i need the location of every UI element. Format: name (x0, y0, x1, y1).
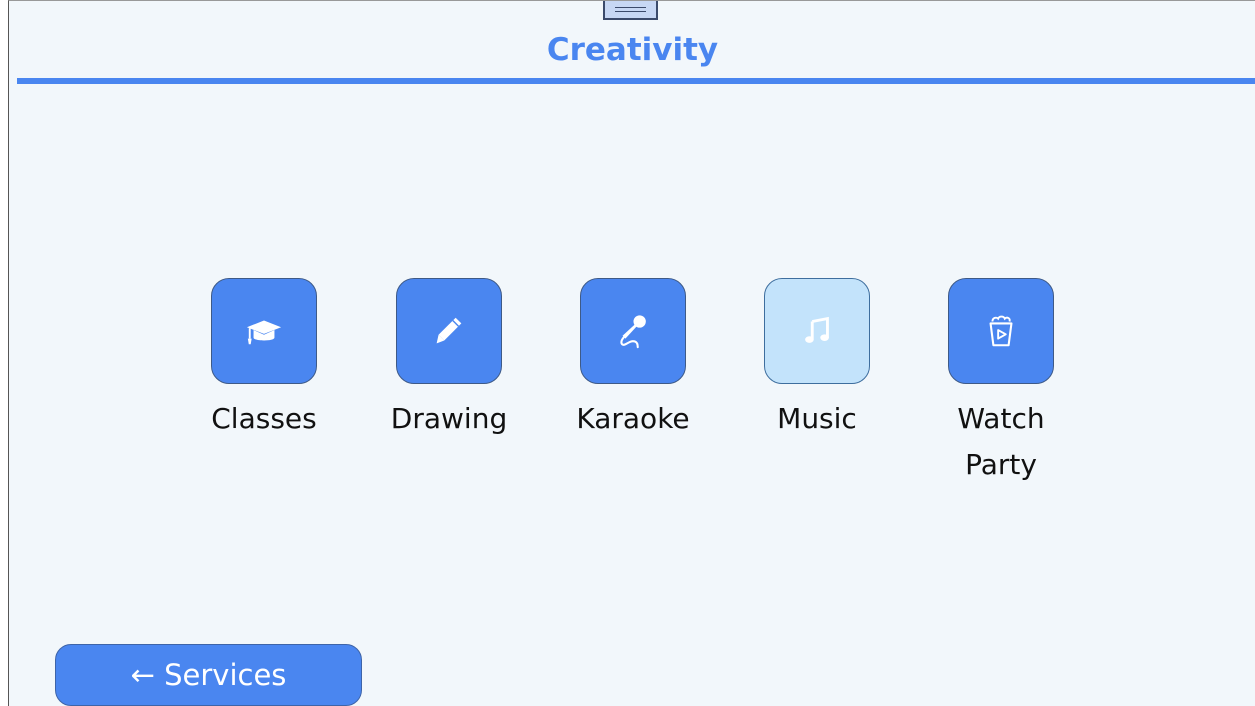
graduation-cap-icon (246, 320, 282, 345)
tile-drawing-button[interactable] (396, 278, 502, 384)
tile-music-button[interactable] (764, 278, 870, 384)
music-note-icon (805, 316, 829, 343)
tile-classes-button[interactable] (211, 278, 317, 384)
tile-karaoke[interactable]: Karaoke (573, 278, 693, 442)
tile-watch-party-button[interactable] (948, 278, 1054, 384)
tile-drawing-label: Drawing (390, 402, 508, 435)
tile-watch-party[interactable]: Watch Party (941, 278, 1061, 488)
drag-handle[interactable] (603, 1, 658, 20)
app-window: Creativity Classes Drawing Karaoke Music… (8, 0, 1255, 706)
tile-classes-label: Classes (211, 402, 317, 435)
pencil-icon (436, 317, 462, 344)
tile-music-label: Music (777, 402, 857, 435)
back-to-services-button[interactable]: ← Services (55, 644, 362, 706)
page-title: Creativity (546, 32, 719, 68)
tile-classes[interactable]: Classes (204, 278, 324, 442)
popcorn-play-icon (989, 315, 1013, 347)
microphone-icon (620, 315, 646, 349)
tile-music[interactable]: Music (757, 278, 877, 442)
tile-karaoke-button[interactable] (580, 278, 686, 384)
tile-drawing[interactable]: Drawing (389, 278, 509, 442)
tile-watch-party-label: Watch Party (957, 402, 1045, 481)
title-divider (17, 78, 1255, 84)
tile-karaoke-label: Karaoke (576, 402, 690, 435)
